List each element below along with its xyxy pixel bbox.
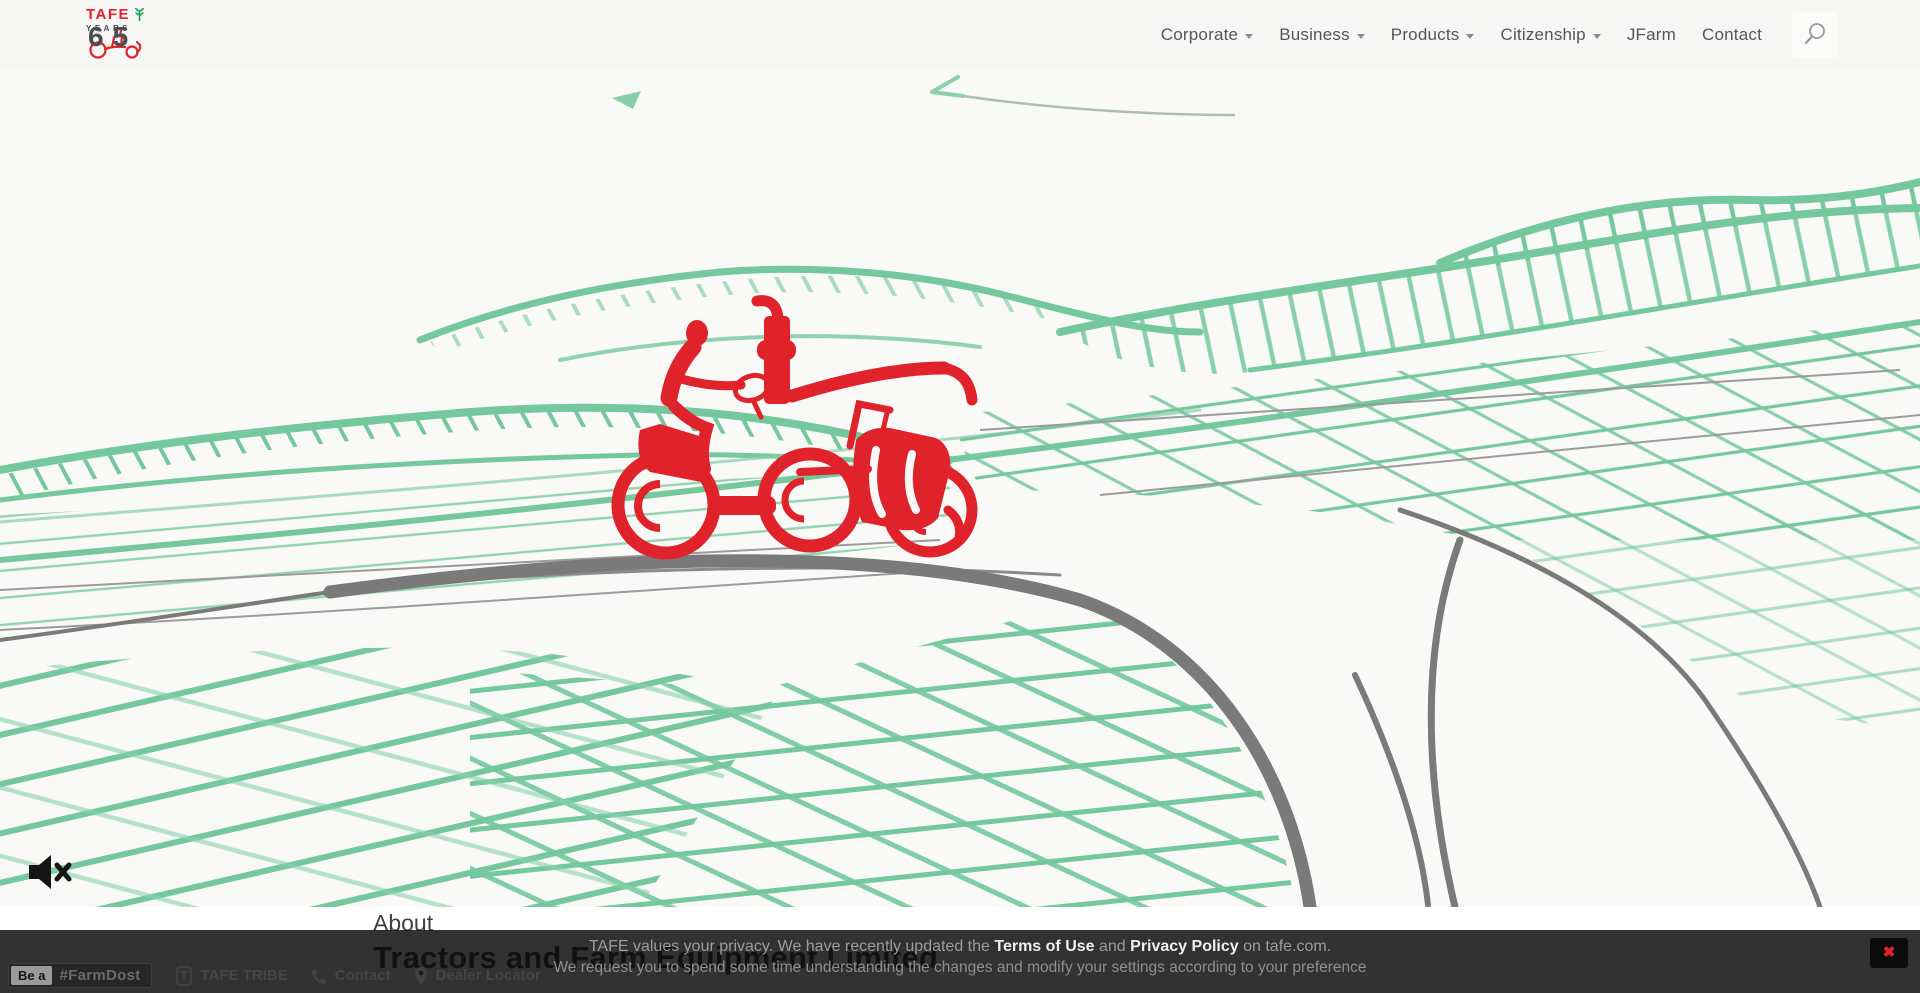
tafe-tribe-icon (174, 965, 194, 987)
nav-business[interactable]: Business (1279, 25, 1365, 45)
farm-sketch-illustration (0, 70, 1920, 907)
nav-corporate[interactable]: Corporate (1161, 25, 1253, 45)
nav-contact[interactable]: Contact (1702, 25, 1762, 45)
nav-products[interactable]: Products (1391, 25, 1475, 45)
search-button[interactable] (1792, 12, 1838, 58)
nav-citizenship[interactable]: Citizenship (1500, 25, 1600, 45)
logo-anniversary-number: 65 (88, 21, 137, 53)
wheat-leaf-icon (133, 7, 146, 22)
mute-icon (27, 852, 73, 892)
hero-video (0, 70, 1920, 907)
contact-quick-link[interactable]: Contact (310, 967, 391, 985)
map-pin-icon (413, 966, 429, 986)
cookie-close-button[interactable]: ✖ (1870, 938, 1908, 968)
site-header: TAFE 65 YEARS (0, 0, 1920, 70)
dealer-locator-link[interactable]: Dealer Locator (413, 966, 541, 986)
search-icon (1798, 18, 1832, 52)
farmdost-tag: #FarmDost (59, 967, 140, 984)
quick-links-bar: Be a #FarmDost TAFE TRIBE Contact (8, 963, 541, 988)
tafe-logo[interactable]: TAFE 65 YEARS (86, 6, 156, 66)
farmdost-button[interactable]: Be a #FarmDost (8, 963, 152, 988)
tafe-tribe-link[interactable]: TAFE TRIBE (174, 965, 288, 987)
terms-of-use-link[interactable]: Terms of Use (994, 938, 1094, 955)
nav-jfarm[interactable]: JFarm (1627, 25, 1676, 45)
chevron-down-icon (1593, 34, 1601, 39)
privacy-policy-link[interactable]: Privacy Policy (1130, 938, 1239, 955)
farmdost-prefix: Be a (11, 966, 52, 985)
mute-button[interactable] (26, 851, 74, 895)
cookie-overlay: Be a #FarmDost TAFE TRIBE Contact (0, 930, 1920, 993)
phone-icon (310, 967, 328, 985)
chevron-down-icon (1466, 34, 1474, 39)
main-nav: Corporate Business Products Citizenship … (1161, 0, 1838, 70)
chevron-down-icon (1357, 34, 1365, 39)
chevron-down-icon (1245, 34, 1253, 39)
